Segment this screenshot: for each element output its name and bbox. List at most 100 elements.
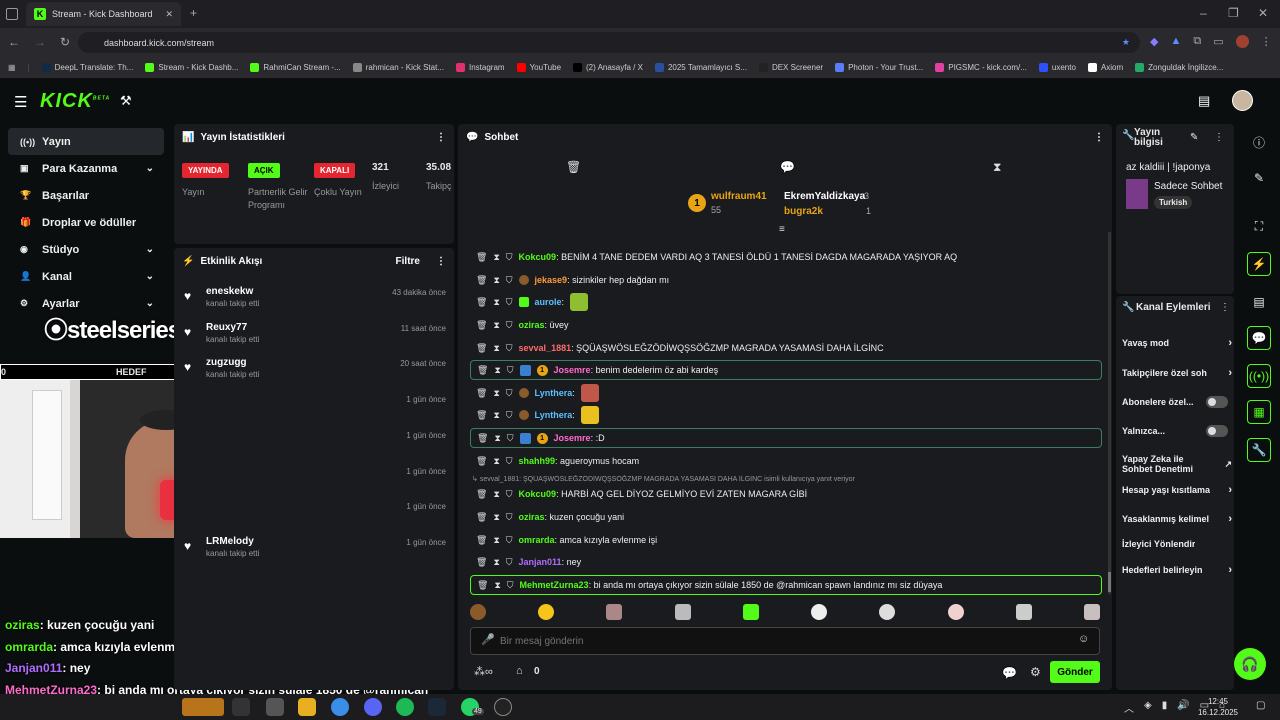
chevron-right-icon[interactable]: › [1228, 484, 1232, 496]
delete-icon[interactable]: 🗑 [476, 252, 487, 263]
delete-icon[interactable]: 🗑 [476, 297, 487, 308]
timeout-icon[interactable]: ⧗ [493, 535, 499, 546]
close-tab-icon[interactable]: ✕ [165, 9, 173, 20]
menu-icon[interactable]: ☰ [14, 93, 27, 111]
external-link-icon[interactable]: ↗ [1224, 459, 1232, 470]
delete-icon[interactable]: 🗑 [476, 489, 487, 500]
activity-item[interactable]: 1 gün önce [184, 465, 452, 495]
timeout-icon[interactable]: ⧗ [494, 365, 500, 376]
channel-action-row[interactable]: Abonelere özel... [1122, 395, 1232, 409]
send-button[interactable]: Gönder [1050, 661, 1100, 683]
timeout-icon[interactable]: ⧗ [493, 489, 499, 500]
browser-tab[interactable]: K Stream - Kick Dashboard ✕ [26, 2, 181, 26]
chat-message[interactable]: 🗑 ⧗ ⛉ shahh99: agueroymus hocam [470, 451, 1102, 471]
notification-icon[interactable]: ▢ [1256, 700, 1265, 711]
bookmark-item[interactable]: uxento [1038, 62, 1076, 72]
chat-icon[interactable]: 💬 [1247, 326, 1271, 350]
explorer-icon[interactable] [298, 698, 316, 716]
chat-message[interactable]: 🗑 ⧗ ⛉ sevval_1881: ŞQÜAŞWÖSLEĞZÖDİWQŞSÖĞZMP… [470, 338, 1102, 358]
nav-item-1[interactable]: ▣ Para Kazanma ⌄ [8, 155, 164, 182]
wallet-icon[interactable]: ▤ [1198, 93, 1210, 109]
chat-username[interactable]: Kokcu09 [519, 489, 557, 499]
delete-icon[interactable]: 🗑 [477, 580, 488, 591]
close-window-icon[interactable]: ✕ [1258, 6, 1268, 20]
emote-icon[interactable] [1015, 604, 1032, 620]
wrench-icon[interactable]: 🔧 [1247, 438, 1271, 462]
chevron-right-icon[interactable]: › [1228, 564, 1232, 576]
chat-menu-icon[interactable]: ⋮ [1094, 132, 1104, 143]
leader-name[interactable]: wulfraum41 [711, 191, 767, 202]
chat-message[interactable]: 🗑 ⧗ ⛉ Kokcu09: BENİM 4 TANE DEDEM VARDI AQ … [470, 247, 1102, 267]
timeout-icon[interactable]: ⧗ [493, 343, 499, 354]
forward-icon[interactable]: → [34, 35, 46, 49]
nav-item-2[interactable]: 🏆 Başarılar [8, 182, 164, 209]
reload-icon[interactable]: ↻ [60, 35, 70, 49]
chat-username[interactable]: MehmetZurna23 [520, 580, 589, 590]
hammer-icon[interactable]: ⚒ [120, 93, 132, 109]
nav-item-0[interactable]: ((•)) Yayın [8, 128, 164, 155]
broadcast-icon[interactable]: ((•)) [1247, 364, 1271, 388]
user-avatar[interactable] [1232, 90, 1253, 111]
task-view-icon[interactable] [232, 698, 250, 716]
minimize-icon[interactable]: – [1200, 6, 1207, 20]
activity-item[interactable]: 1 gün önce [184, 500, 452, 530]
bookmark-star-icon[interactable]: ★ [1122, 37, 1130, 48]
chat-username[interactable]: shahh99 [519, 456, 556, 466]
chevron-down-icon[interactable]: ⌄ [146, 244, 154, 255]
apps-grid-icon[interactable]: ▦ [8, 63, 16, 72]
channel-action-row[interactable]: Hedefleri belirleyin › [1122, 563, 1232, 577]
profile-avatar[interactable] [1235, 35, 1249, 48]
channel-actions-menu-icon[interactable]: ⋮ [1220, 302, 1230, 313]
chat-username[interactable]: omrarda [519, 535, 555, 545]
bookmark-item[interactable]: PIGSMC - kick.com/... [935, 62, 1027, 72]
layout-icon[interactable]: ▦ [1247, 400, 1271, 424]
delete-icon[interactable]: 🗑 [476, 535, 487, 546]
chat-message[interactable]: 🗑 ⧗ ⛉ Lynthera: [470, 405, 1102, 425]
timeout-icon[interactable]: ⧗ [493, 512, 499, 523]
chevron-right-icon[interactable]: › [1228, 337, 1232, 349]
document-icon[interactable]: ▤ [1247, 290, 1271, 314]
restore-icon[interactable]: ❐ [1228, 6, 1239, 20]
chat-username[interactable]: Josemre [554, 433, 591, 443]
chat-message[interactable]: 🗑 ⧗ ⛉ jekase9: sizinkiler hep dağdan mı [470, 270, 1102, 290]
channel-action-row[interactable]: Hesap yaşı kısıtlama › [1122, 483, 1232, 497]
stream-info-menu-icon[interactable]: ⋮ [1214, 132, 1224, 143]
emote-icon[interactable] [538, 604, 555, 620]
nav-item-4[interactable]: ◉ Stüdyo ⌄ [8, 236, 164, 263]
emote-icon[interactable] [811, 604, 828, 620]
activity-item[interactable]: ♥ eneskekw kanalı takip etti 43 dakika önce [184, 286, 452, 316]
bookmark-item[interactable]: (2) Anasayfa / X [573, 62, 643, 72]
nav-item-3[interactable]: 🎁 Droplar ve ödüller [8, 209, 164, 236]
volume-icon[interactable]: 🔊 [1177, 700, 1189, 715]
bookmark-item[interactable]: rahmican - Kick Stat... [352, 62, 444, 72]
bolt-icon[interactable]: ⚡ [1247, 252, 1271, 276]
bookmark-item[interactable]: YouTube [516, 62, 561, 72]
app-icon[interactable] [266, 698, 284, 716]
chat-username[interactable]: Lynthera [535, 410, 573, 420]
chat-username[interactable]: Kokcu09 [519, 252, 557, 262]
delete-icon[interactable]: 🗑 [476, 320, 487, 331]
chat-username[interactable]: sevval_1881 [519, 343, 572, 353]
sidebar-icon[interactable]: ▭ [1213, 35, 1223, 48]
chat-username[interactable]: aurole [535, 297, 562, 307]
chat-username[interactable]: Janjan011 [519, 557, 562, 567]
pinned-toggle-icon[interactable]: ≡ [779, 224, 785, 235]
chat-message[interactable]: 🗑 ⧗ ⛉ 1 Josemre: benim dedelerim öz abi kard… [470, 360, 1102, 380]
chat-message[interactable]: 🗑 ⧗ ⛉ MehmetZurna23: bi anda mı ortaya çıkı… [470, 575, 1102, 595]
activity-item[interactable]: 1 gün önce [184, 429, 452, 459]
chat-message[interactable]: 🗑 ⧗ ⛉ aurole: [470, 292, 1102, 312]
obs-icon[interactable] [494, 698, 512, 716]
chat-username[interactable]: Lynthera [535, 388, 573, 398]
puzzle-icon[interactable]: ⧉ [1193, 35, 1201, 48]
spotify-icon[interactable] [396, 698, 414, 716]
bookmark-item[interactable]: DeepL Translate: Th... [41, 62, 133, 72]
search-taskbar-icon[interactable] [182, 698, 224, 716]
delete-icon[interactable]: 🗑 [476, 557, 487, 568]
delete-icon[interactable]: 🗑 [476, 456, 487, 467]
chevron-right-icon[interactable]: › [1228, 513, 1232, 525]
bookmark-item[interactable]: Axiom [1087, 62, 1123, 72]
more-icon[interactable]: ⋮ [1261, 35, 1272, 48]
back-icon[interactable]: ← [8, 35, 20, 49]
support-button[interactable]: 🎧 [1234, 648, 1266, 680]
mic-icon[interactable]: 🎤 [481, 633, 495, 646]
